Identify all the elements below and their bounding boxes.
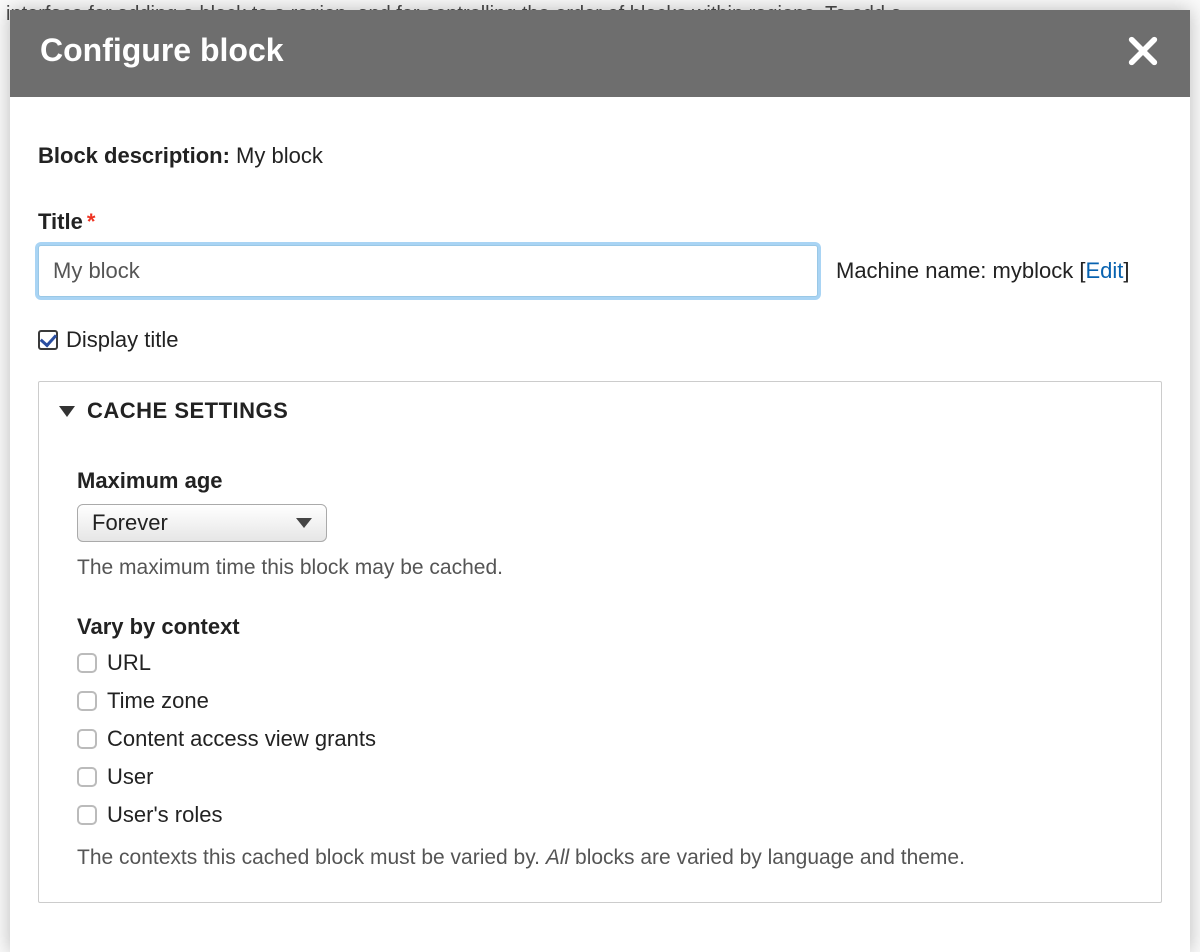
machine-name: Machine name: myblock [Edit]	[836, 258, 1130, 284]
vary-item-grants: Content access view grants	[77, 726, 1123, 752]
modal-body: Block description: My block Title* Machi…	[10, 97, 1190, 903]
vary-label-grants: Content access view grants	[107, 726, 376, 752]
close-icon[interactable]	[1126, 34, 1160, 68]
vary-label-user: User	[107, 764, 153, 790]
machine-name-edit-link[interactable]: Edit	[1085, 258, 1123, 283]
title-label: Title*	[38, 209, 1162, 235]
chevron-down-icon	[59, 406, 75, 417]
title-row: Machine name: myblock [Edit]	[38, 245, 1162, 297]
display-title-label: Display title	[66, 327, 178, 353]
machine-name-label: Machine name:	[836, 258, 986, 283]
vary-help-italic: All	[546, 846, 569, 869]
vary-item-user: User	[77, 764, 1123, 790]
display-title-checkbox[interactable]	[38, 330, 58, 350]
required-star-icon: *	[87, 209, 96, 234]
vary-label-timezone: Time zone	[107, 688, 209, 714]
vary-help-post: blocks are varied by language and theme.	[569, 846, 965, 869]
vary-checkbox-url[interactable]	[77, 653, 97, 673]
block-description-label: Block description:	[38, 143, 230, 168]
title-input[interactable]	[38, 245, 818, 297]
vary-checkbox-timezone[interactable]	[77, 691, 97, 711]
block-description-value: My block	[236, 143, 323, 168]
title-input-wrap	[38, 245, 818, 297]
vary-by-context-label: Vary by context	[77, 614, 1123, 640]
chevron-down-icon	[296, 518, 312, 528]
cache-settings-body: Maximum age Forever The maximum time thi…	[39, 438, 1161, 902]
max-age-label: Maximum age	[77, 468, 1123, 494]
vary-label-roles: User's roles	[107, 802, 222, 828]
modal-header: Configure block	[10, 10, 1190, 97]
configure-block-modal: Configure block Block description: My bl…	[10, 10, 1190, 952]
vary-item-roles: User's roles	[77, 802, 1123, 828]
machine-name-value: myblock	[993, 258, 1074, 283]
vary-checkbox-user[interactable]	[77, 767, 97, 787]
vary-list: URL Time zone Content access view grants…	[77, 650, 1123, 828]
vary-item-timezone: Time zone	[77, 688, 1123, 714]
vary-help-text: The contexts this cached block must be v…	[77, 846, 1123, 870]
vary-label-url: URL	[107, 650, 151, 676]
display-title-row: Display title	[38, 327, 1162, 353]
vary-item-url: URL	[77, 650, 1123, 676]
cache-settings-header[interactable]: CACHE SETTINGS	[39, 382, 1161, 438]
max-age-select[interactable]: Forever	[77, 504, 327, 542]
modal-title: Configure block	[40, 32, 284, 69]
cache-settings-fieldset: CACHE SETTINGS Maximum age Forever The m…	[38, 381, 1162, 903]
block-description: Block description: My block	[38, 143, 1162, 169]
cache-settings-title: CACHE SETTINGS	[87, 398, 288, 424]
max-age-help: The maximum time this block may be cache…	[77, 556, 1123, 580]
max-age-selected-value: Forever	[92, 510, 168, 536]
vary-help-pre: The contexts this cached block must be v…	[77, 846, 546, 869]
title-label-text: Title	[38, 209, 83, 234]
vary-checkbox-grants[interactable]	[77, 729, 97, 749]
vary-checkbox-roles[interactable]	[77, 805, 97, 825]
